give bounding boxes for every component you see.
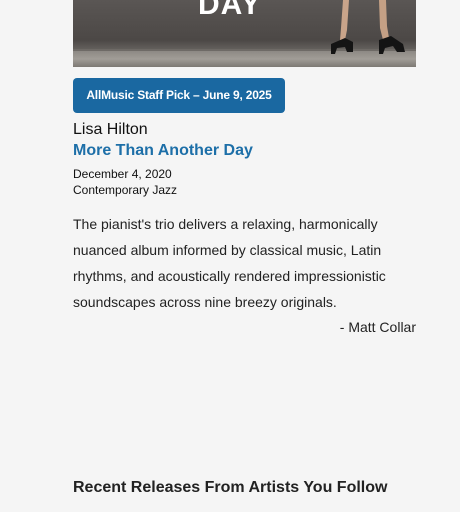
album-title-link[interactable]: More Than Another Day — [73, 142, 253, 160]
cover-figure-legs — [331, 0, 405, 54]
recent-releases-heading: Recent Releases From Artists You Follow — [73, 479, 388, 496]
album-cover-text: DAY — [198, 0, 262, 21]
review-text: The pianist's trio delivers a relaxing, … — [73, 216, 386, 310]
review-author: - Matt Collar — [339, 319, 416, 335]
staff-pick-badge: AllMusic Staff Pick – June 9, 2025 — [73, 78, 285, 113]
artist-name-link[interactable]: Lisa Hilton — [73, 121, 148, 139]
release-date: December 4, 2020 — [73, 167, 172, 181]
genre-label: Contemporary Jazz — [73, 183, 178, 197]
album-cover-image[interactable]: DAY — [73, 0, 416, 67]
